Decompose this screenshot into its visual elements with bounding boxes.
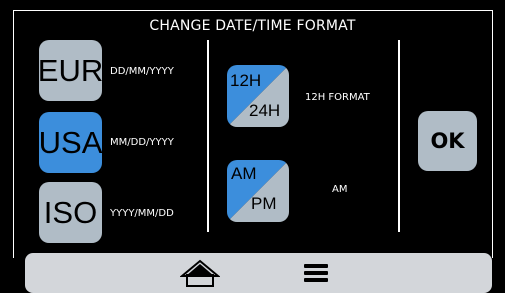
bottom-nav-bar [25,253,492,293]
usa-format-label: MM/DD/YYYY [110,137,174,148]
ampm-toggle[interactable]: AM PM [227,160,289,222]
hour-format-bottom-label: 24H [249,101,281,120]
eur-format-label: DD/MM/YYYY [110,66,174,77]
iso-format-button[interactable]: ISO [39,182,102,243]
iso-format-label: YYYY/MM/DD [110,208,174,219]
ampm-top-label: AM [231,164,257,183]
hour-format-toggle[interactable]: 12H 24H [227,65,289,127]
page-title: CHANGE DATE/TIME FORMAT [149,18,356,34]
divider-left [207,40,209,232]
hour-format-status: 12H FORMAT [305,92,370,103]
menu-icon[interactable] [304,263,328,283]
eur-format-button[interactable]: EUR [38,40,103,101]
home-icon[interactable] [180,259,220,287]
ok-button[interactable]: OK [418,111,477,171]
ampm-status: AM [332,184,348,195]
hour-format-top-label: 12H [230,71,262,90]
divider-right [398,40,400,232]
usa-format-button[interactable]: USA [39,112,102,173]
ampm-bottom-label: PM [251,194,277,213]
